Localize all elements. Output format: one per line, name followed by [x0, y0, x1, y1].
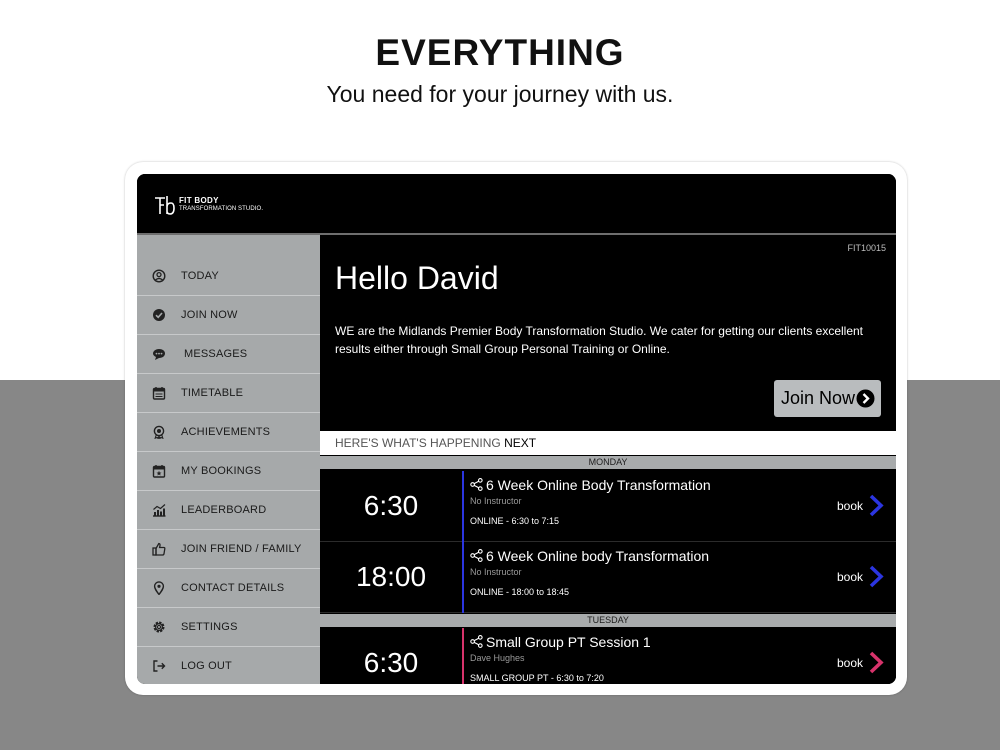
sidebar: TODAY JOIN NOW MESSAGES TIMETABLE ACHIEV… — [137, 235, 320, 684]
happening-suffix: NEXT — [504, 436, 537, 450]
app-screen: FIT BODY TRANSFORMATION STUDIO. TODAY JO… — [137, 174, 896, 684]
book-link[interactable]: book — [837, 656, 863, 670]
share-icon[interactable] — [470, 478, 483, 491]
sidebar-item-label: TODAY — [181, 270, 219, 282]
app-header: FIT BODY TRANSFORMATION STUDIO. — [137, 174, 896, 235]
chevron-right-icon[interactable] — [867, 650, 885, 675]
session-row[interactable]: 6:30 6 Week Online Body Transformation N… — [320, 471, 896, 542]
sidebar-item-label: MY BOOKINGS — [181, 465, 262, 477]
day-header-monday: MONDAY — [320, 456, 896, 469]
join-now-label: Join Now — [781, 388, 856, 408]
book-link[interactable]: book — [837, 499, 863, 513]
session-info: SMALL GROUP PT - 6:30 to 7:20 — [470, 673, 604, 683]
check-circle-icon — [153, 309, 165, 321]
calendar-icon — [152, 387, 166, 400]
share-icon[interactable] — [470, 549, 483, 562]
book-link[interactable]: book — [837, 570, 863, 584]
session-info: ONLINE - 18:00 to 18:45 — [470, 587, 570, 597]
logo-mark-icon — [155, 196, 175, 215]
session-accent-line — [462, 471, 464, 542]
happening-prefix: HERE'S WHAT'S HAPPENING — [335, 436, 501, 450]
sidebar-item-leaderboard[interactable]: LEADERBOARD — [137, 491, 320, 530]
happening-next-bar: HERE'S WHAT'S HAPPENING NEXT — [320, 431, 896, 455]
logo: FIT BODY TRANSFORMATION STUDIO. — [153, 194, 263, 216]
member-id: FIT10015 — [847, 243, 886, 253]
sidebar-item-my-bookings[interactable]: MY BOOKINGS — [137, 452, 320, 491]
session-title: 6 Week Online Body Transformation — [486, 477, 711, 493]
session-instructor: Dave Hughes — [470, 653, 525, 663]
intro-text: WE are the Midlands Premier Body Transfo… — [335, 324, 864, 356]
session-instructor: No Instructor — [470, 496, 522, 506]
sidebar-item-join-friend-family[interactable]: JOIN FRIEND / FAMILY — [137, 530, 320, 569]
sidebar-item-label: CONTACT DETAILS — [181, 582, 285, 594]
session-title: 6 Week Online body Transformation — [486, 548, 710, 564]
subheadline: You need for your journey with us. — [326, 81, 674, 107]
sidebar-item-label: LOG OUT — [181, 660, 232, 672]
session-info: ONLINE - 6:30 to 7:15 — [470, 516, 560, 526]
session-time: 18:00 — [355, 561, 427, 592]
greeting: Hello David — [335, 260, 499, 296]
sidebar-item-timetable[interactable]: TIMETABLE — [137, 374, 320, 413]
sidebar-item-label: TIMETABLE — [181, 387, 244, 399]
user-circle-icon — [152, 269, 166, 283]
main-content: FIT10015 Hello David WE are the Midlands… — [320, 235, 896, 684]
chevron-right-icon[interactable] — [867, 493, 885, 518]
sidebar-item-settings[interactable]: SETTINGS — [137, 608, 320, 647]
session-accent-line — [462, 628, 464, 684]
sidebar-item-contact-details[interactable]: CONTACT DETAILS — [137, 569, 320, 608]
sidebar-item-log-out[interactable]: LOG OUT — [137, 647, 320, 684]
session-instructor: No Instructor — [470, 567, 522, 577]
session-row[interactable]: 18:00 6 Week Online body Transformation … — [320, 542, 896, 613]
share-icon[interactable] — [470, 635, 483, 648]
sidebar-item-achievements[interactable]: ACHIEVEMENTS — [137, 413, 320, 452]
logo-text-line2: TRANSFORMATION STUDIO. — [179, 206, 264, 212]
sidebar-item-label: SETTINGS — [181, 621, 238, 633]
arrow-circle-right-icon — [856, 389, 875, 408]
session-time: 6:30 — [363, 490, 419, 521]
headline: EVERYTHING — [375, 32, 625, 73]
sidebar-item-messages[interactable]: MESSAGES — [137, 335, 320, 374]
sidebar-item-label: JOIN NOW — [181, 309, 238, 321]
session-time: 6:30 — [363, 647, 419, 678]
join-now-button[interactable]: Join Now — [774, 380, 881, 417]
tablet-frame: FIT BODY TRANSFORMATION STUDIO. TODAY JO… — [125, 162, 907, 695]
chevron-right-icon[interactable] — [867, 564, 885, 589]
award-icon — [153, 425, 165, 439]
session-title: Small Group PT Session 1 — [486, 634, 651, 650]
logo-text-line1: FIT BODY — [179, 196, 219, 205]
map-pin-icon — [153, 581, 165, 595]
gear-icon — [153, 621, 165, 633]
sidebar-item-label: LEADERBOARD — [181, 504, 267, 516]
thumbs-up-icon — [152, 542, 166, 556]
sidebar-item-today[interactable]: TODAY — [137, 257, 320, 296]
session-accent-line — [462, 542, 464, 613]
calendar-star-icon — [152, 465, 166, 478]
logout-icon — [153, 660, 166, 672]
sidebar-item-label: ACHIEVEMENTS — [181, 426, 271, 438]
chart-icon — [153, 504, 166, 517]
sidebar-item-label: JOIN FRIEND / FAMILY — [181, 543, 302, 555]
sidebar-item-label: MESSAGES — [184, 348, 248, 360]
chat-bubble-icon — [153, 349, 165, 360]
session-row[interactable]: 6:30 Small Group PT Session 1 Dave Hughe… — [320, 628, 896, 684]
sidebar-item-join-now[interactable]: JOIN NOW — [137, 296, 320, 335]
day-header-tuesday: TUESDAY — [320, 614, 896, 627]
